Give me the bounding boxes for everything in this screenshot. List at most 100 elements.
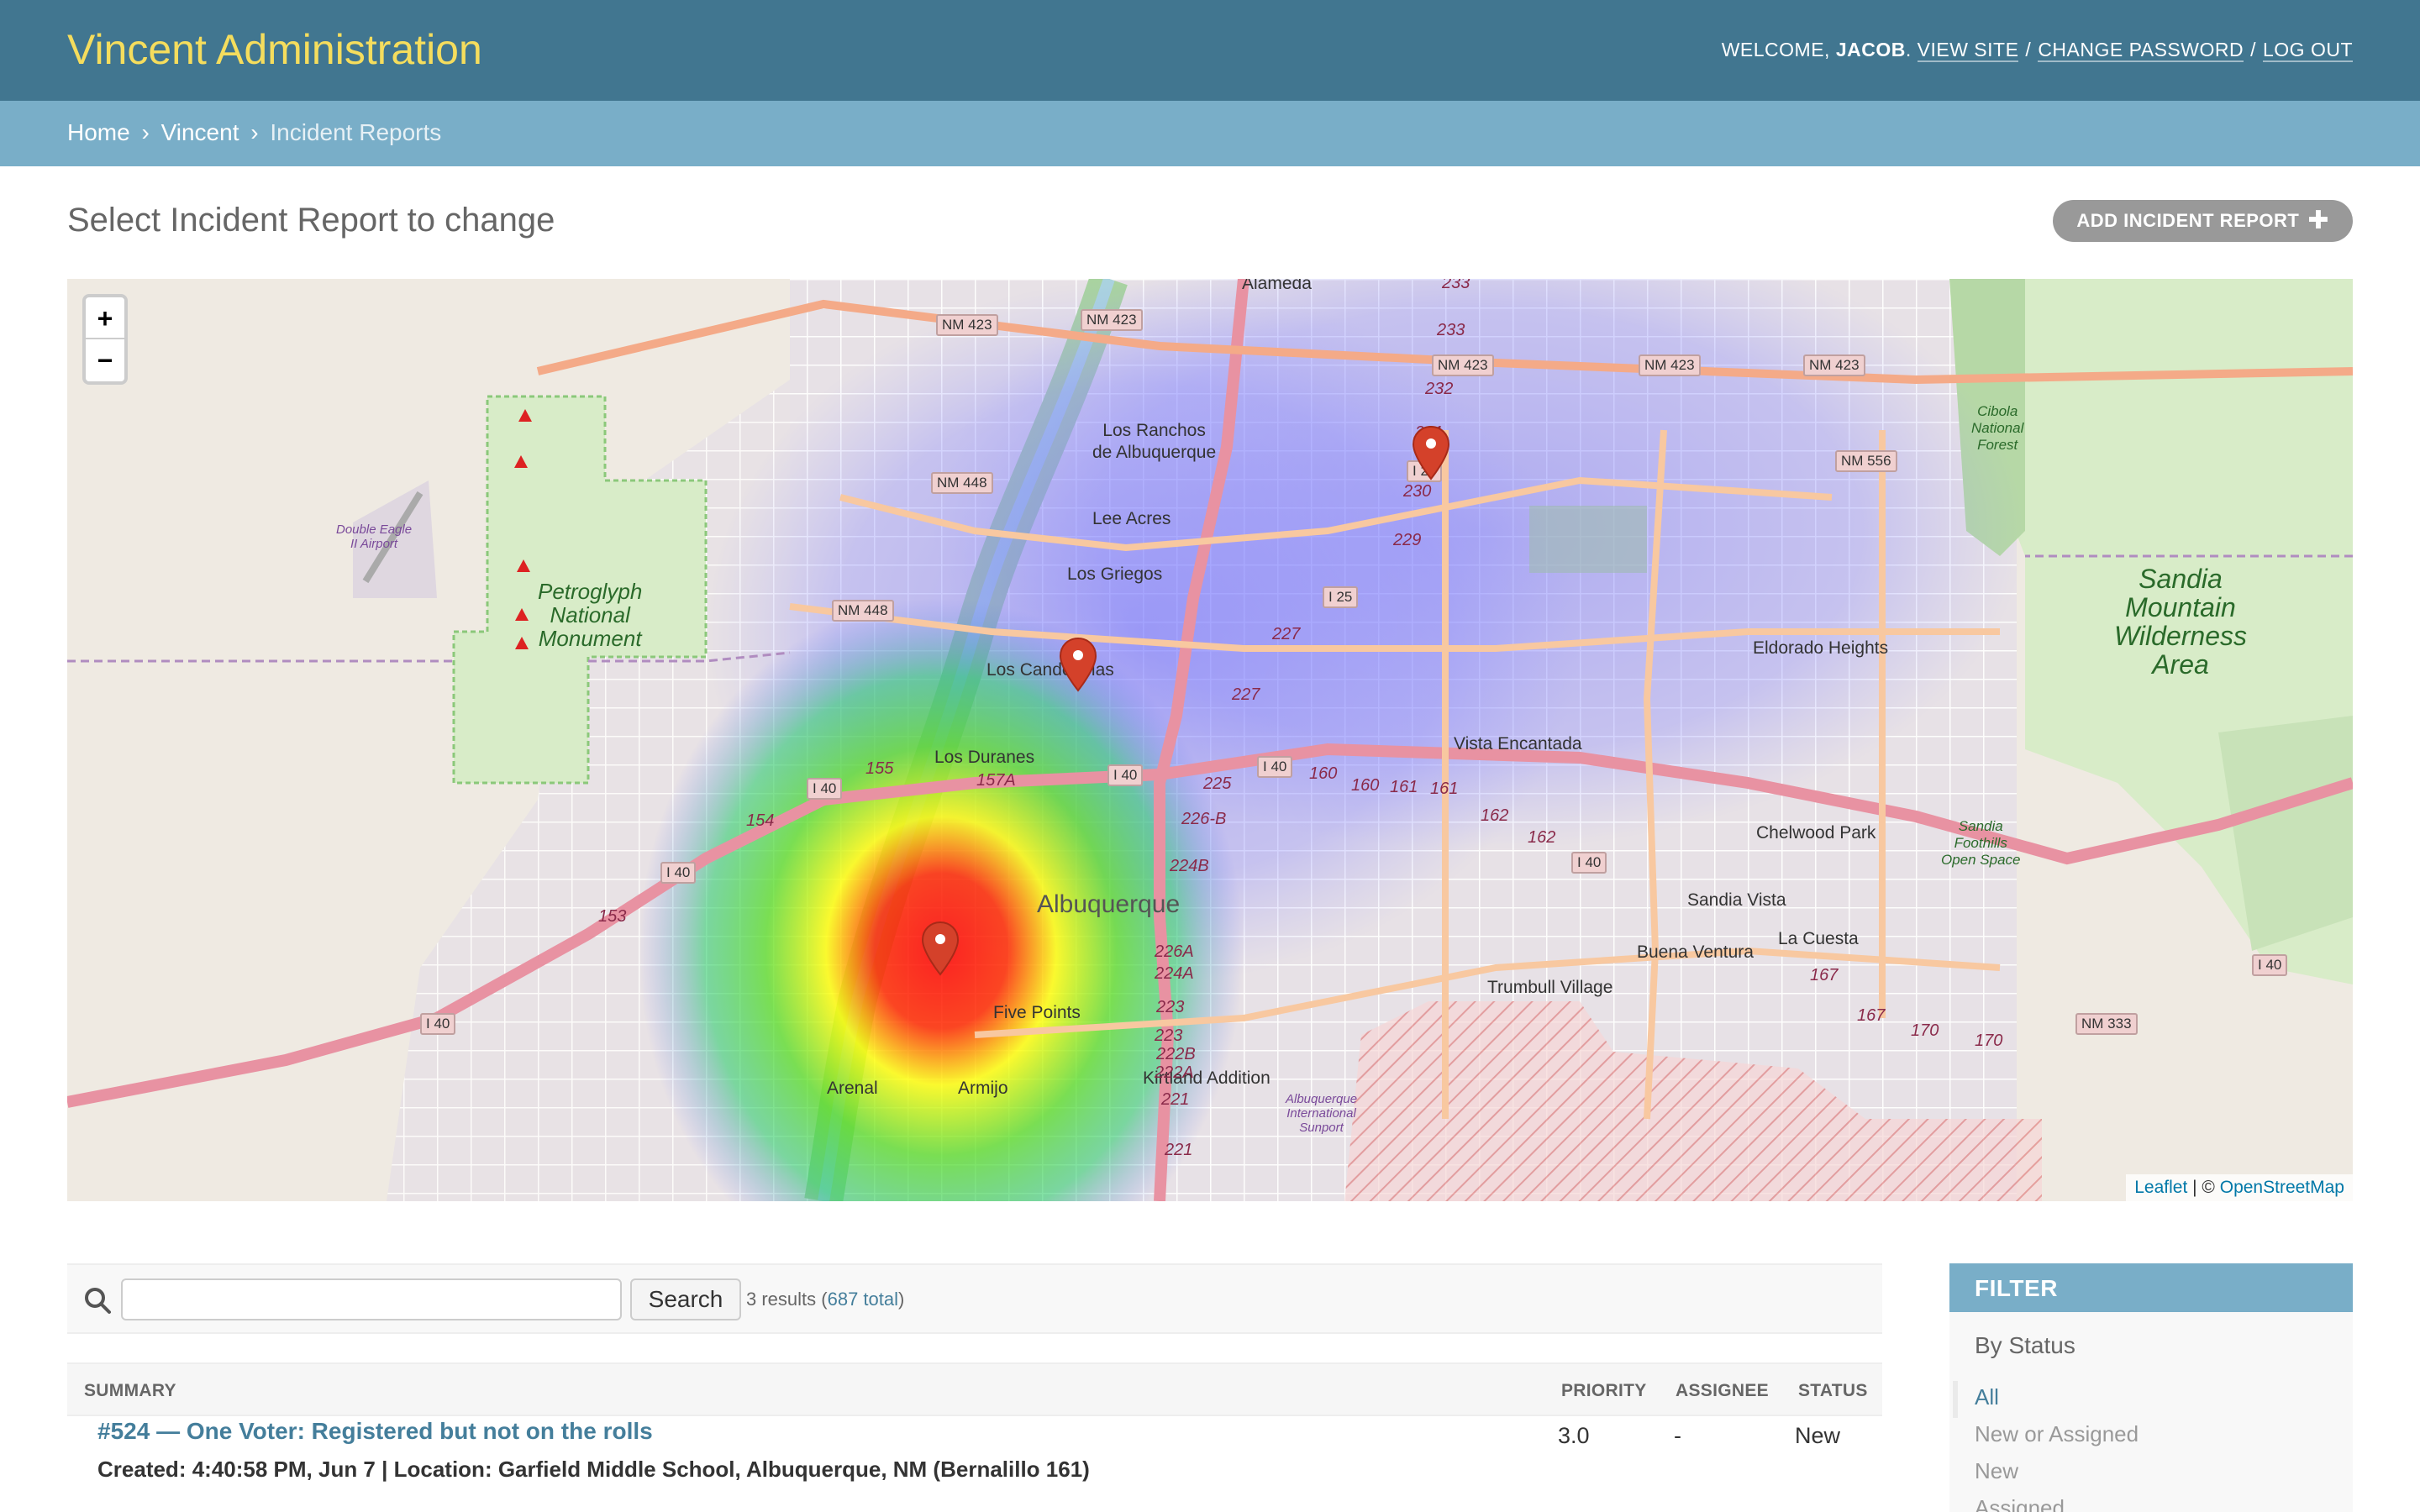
log-out-link[interactable]: Log out [2262,39,2353,62]
zoom-out-button[interactable]: − [86,339,124,381]
route-shield: NM 448 [832,600,894,622]
road-number: 161 [1430,780,1459,798]
attribution-separator: | © [2187,1178,2220,1197]
road-number: 170 [1911,1021,1939,1040]
road-number: 162 [1481,806,1509,825]
map-label: Eldorado Heights [1753,638,1889,658]
route-shield: NM 423 [936,314,998,336]
road-number: 227 [1272,625,1301,643]
filter-option-new-or-assigned[interactable]: New or Assigned [1953,1418,2139,1455]
breadcrumb-app[interactable]: Vincent [161,119,239,145]
filter-title: Filter [1949,1263,2353,1312]
filter-option-all[interactable]: All [1953,1381,2139,1418]
road-number: 157A [976,771,1016,790]
route-shield: NM 423 [1803,354,1865,376]
incident-map[interactable]: Alameda Los Ranchos de Albuquerque Lee A… [67,279,2353,1201]
road-number: 221 [1165,1141,1193,1159]
road-number: 167 [1810,966,1839,984]
route-shield: NM 556 [1835,450,1897,472]
map-label: La Cuesta [1778,929,1859,948]
map-attribution: Leaflet | © OpenStreetMap [2126,1174,2353,1201]
route-shield: I 40 [420,1013,456,1035]
map-label: Vista Encantada [1454,734,1582,753]
road-number: 160 [1309,764,1338,783]
route-shield: NM 448 [931,472,993,494]
road-number: 227 [1232,685,1260,704]
road-number: 160 [1351,776,1380,795]
filter-subtitle: By Status [1975,1332,2075,1358]
road-number: 153 [598,907,627,926]
route-shield: NM 423 [1081,309,1143,331]
breadcrumb-home[interactable]: Home [67,119,130,145]
user-tools: Welcome, Jacob. View site / Change passwor… [1721,39,2353,62]
road-number: 224A [1155,964,1194,983]
search-button[interactable]: Search [630,1278,741,1320]
road-number: 232 [1425,380,1454,398]
map-label: Chelwood Park [1756,823,1876,843]
road-number: 226-B [1181,810,1227,828]
map-label: Albuquerque [1037,890,1181,918]
map-marker-icon[interactable] [921,921,960,976]
map-label: Trumbull Village [1487,978,1613,997]
map-label: Los Griegos [1067,564,1163,584]
map-label: Arenal [827,1079,878,1098]
road-number: 161 [1390,778,1418,796]
site-brand[interactable]: Vincent Administration [67,25,482,74]
road-number: 226A [1155,942,1194,961]
road-number: 223 [1156,998,1185,1016]
road-number: 222A [1155,1063,1194,1082]
change-password-link[interactable]: Change password [2038,39,2244,62]
leaflet-link[interactable]: Leaflet [2134,1178,2187,1197]
route-shield: I 40 [2252,954,2288,976]
breadcrumb-current: Incident Reports [270,119,442,145]
assignee-cell: - [1674,1423,1681,1448]
search-input[interactable] [121,1278,622,1320]
filter-options: All New or Assigned New Assigned [1953,1381,2139,1512]
road-number: 224B [1170,857,1209,875]
username: Jacob [1835,39,1906,60]
incident-link[interactable]: #524 — One Voter: Registered but not on … [97,1418,653,1445]
route-shield: NM 423 [1432,354,1494,376]
map-label: Los Duranes [934,748,1035,767]
breadcrumb-separator: › [141,119,150,145]
map-marker-icon[interactable] [1059,637,1097,692]
filter-option-new[interactable]: New [1953,1455,2139,1492]
road-number: 154 [746,811,775,830]
map-label: Buena Ventura [1637,942,1754,962]
route-shield: NM 423 [1639,354,1701,376]
route-shield: I 40 [1571,852,1607,874]
show-all-link[interactable]: 687 total [828,1289,898,1310]
header: Vincent Administration Welcome, Jacob. V… [0,0,2420,101]
welcome-text: Welcome, [1721,39,1830,60]
breadcrumb-separator: › [250,119,259,145]
filter-option-assigned[interactable]: Assigned [1953,1492,2139,1512]
zoom-in-button[interactable]: + [86,297,124,339]
results-suffix: ) [898,1289,905,1310]
map-label: Lee Acres [1092,509,1171,528]
zoom-control: + − [82,294,128,385]
search-icon [85,1288,111,1314]
road-number: 222B [1156,1045,1196,1063]
result-count: 3 results (687 total) [746,1289,904,1310]
priority-cell: 3.0 [1558,1423,1590,1448]
road-number: 170 [1975,1032,2003,1050]
filter-panel: Filter By Status All New or Assigned New… [1949,1263,2353,1512]
route-shield: I 25 [1323,586,1359,608]
route-shield: I 40 [660,862,697,884]
map-marker-icon[interactable] [1412,425,1450,480]
route-shield: I 40 [807,778,843,800]
route-shield: I 40 [1107,764,1144,786]
incident-meta: Created: 4:40:58 PM, Jun 7 | Location: G… [97,1457,1090,1482]
breadcrumb: Home › Vincent › Incident Reports [0,101,2420,166]
map-label: Los Ranchos de Albuquerque [1092,421,1217,462]
view-site-link[interactable]: View site [1917,39,2019,62]
road-number: 167 [1857,1006,1886,1025]
results-table: Summary Priority Assignee Status #524 — … [67,1362,1882,1482]
add-incident-report-button[interactable]: Add Incident Report ✚ [2053,200,2353,242]
road-number: 233 [1442,279,1470,292]
map-label: Cibola National Forest [1971,403,2024,453]
map-label: Five Points [993,1003,1081,1022]
openstreetmap-link[interactable]: OpenStreetMap [2220,1178,2344,1197]
road-number: 230 [1403,482,1432,501]
road-number: 225 [1203,774,1232,793]
